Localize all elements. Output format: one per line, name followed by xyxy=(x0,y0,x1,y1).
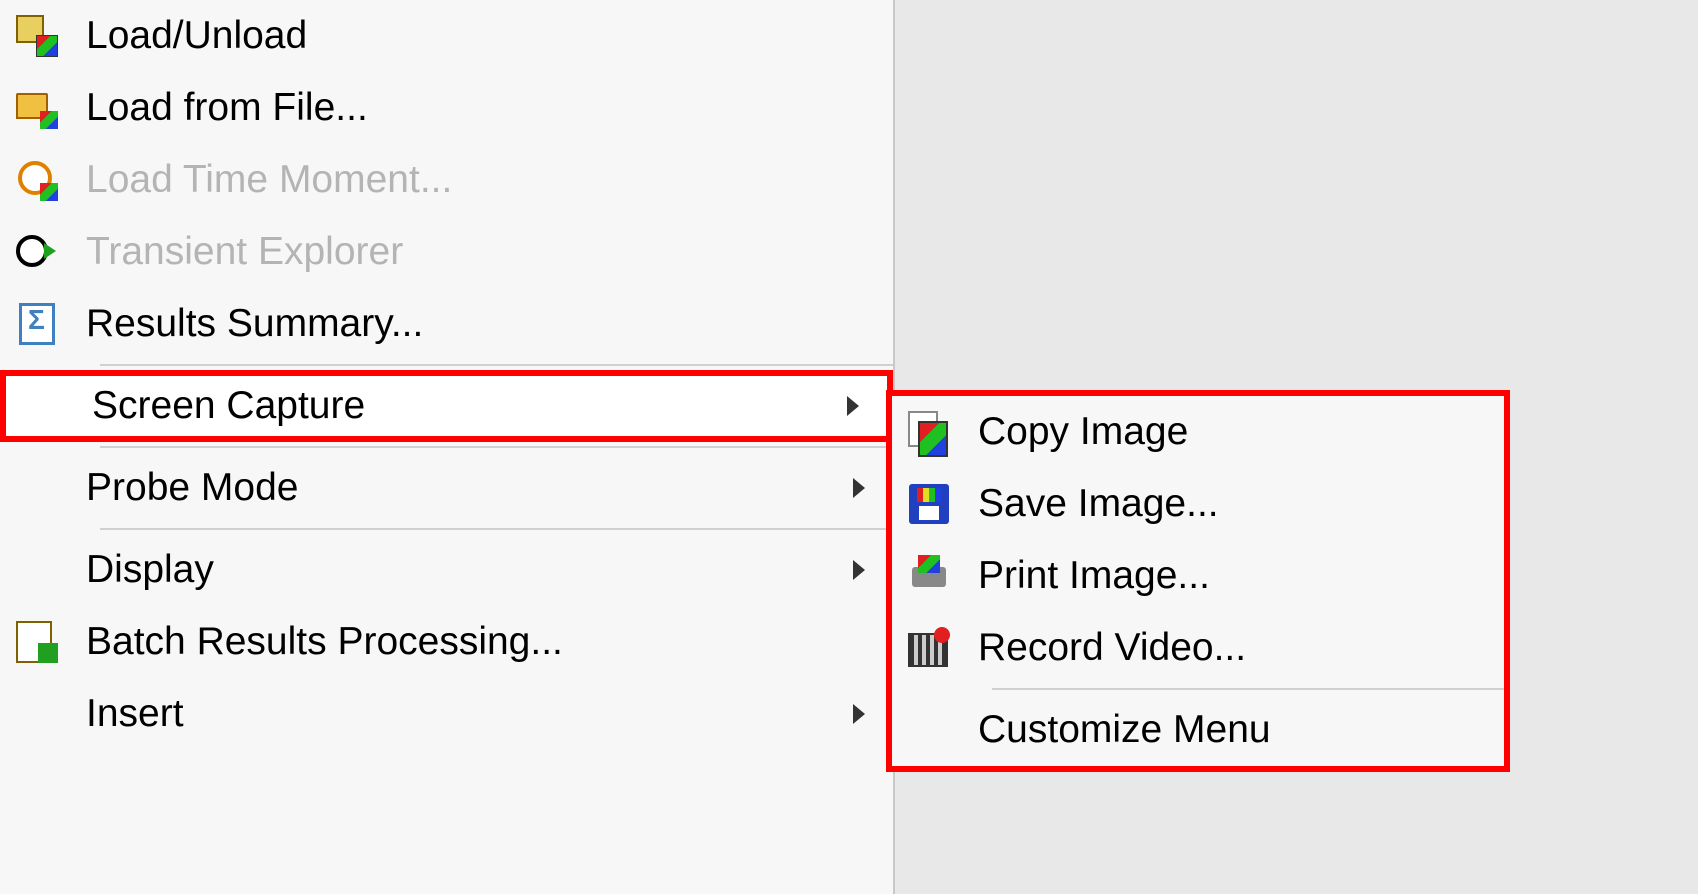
batch-results-icon xyxy=(6,611,68,673)
submenu-arrow-icon xyxy=(853,560,865,580)
menu-item-label: Load from File... xyxy=(86,86,873,130)
context-menu: Load/Unload Load from File... Load Time … xyxy=(0,0,895,894)
menu-item-label: Transient Explorer xyxy=(86,230,873,274)
menu-item-label: Results Summary... xyxy=(86,302,873,346)
empty-icon xyxy=(898,699,960,761)
menu-item-label: Print Image... xyxy=(978,554,1484,598)
print-image-icon xyxy=(898,545,960,607)
empty-icon xyxy=(6,539,68,601)
load-unload-icon xyxy=(6,5,68,67)
submenu-record-video[interactable]: Record Video... xyxy=(892,612,1504,684)
menu-item-label: Record Video... xyxy=(978,626,1484,670)
menu-results-summary[interactable]: Results Summary... xyxy=(0,288,893,360)
menu-insert[interactable]: Insert xyxy=(0,678,893,750)
submenu-print-image[interactable]: Print Image... xyxy=(892,540,1504,612)
menu-item-label: Screen Capture xyxy=(92,384,847,428)
menu-separator xyxy=(100,446,893,448)
menu-load-time-moment: Load Time Moment... xyxy=(0,144,893,216)
time-moment-icon xyxy=(6,149,68,211)
copy-image-icon xyxy=(898,401,960,463)
empty-icon xyxy=(6,683,68,745)
submenu-arrow-icon xyxy=(853,478,865,498)
menu-transient-explorer: Transient Explorer xyxy=(0,216,893,288)
submenu-arrow-icon xyxy=(853,704,865,724)
screen-capture-submenu: Copy Image Save Image... Print Image... … xyxy=(886,390,1510,772)
empty-icon xyxy=(6,457,68,519)
menu-item-label: Insert xyxy=(86,692,853,736)
menu-item-label: Customize Menu xyxy=(978,708,1484,752)
results-summary-icon xyxy=(6,293,68,355)
menu-probe-mode[interactable]: Probe Mode xyxy=(0,452,893,524)
menu-display[interactable]: Display xyxy=(0,534,893,606)
submenu-arrow-icon xyxy=(847,396,859,416)
menu-item-label: Load Time Moment... xyxy=(86,158,873,202)
menu-screen-capture[interactable]: Screen Capture xyxy=(0,370,893,442)
menu-item-label: Copy Image xyxy=(978,410,1484,454)
submenu-save-image[interactable]: Save Image... xyxy=(892,468,1504,540)
menu-separator xyxy=(100,364,893,366)
save-image-icon xyxy=(898,473,960,535)
record-video-icon xyxy=(898,617,960,679)
menu-separator xyxy=(100,528,893,530)
menu-item-label: Save Image... xyxy=(978,482,1484,526)
menu-load-from-file[interactable]: Load from File... xyxy=(0,72,893,144)
menu-separator xyxy=(992,688,1504,690)
submenu-customize-menu[interactable]: Customize Menu xyxy=(892,694,1504,766)
menu-item-label: Probe Mode xyxy=(86,466,853,510)
empty-icon xyxy=(12,375,74,437)
menu-batch-results-processing[interactable]: Batch Results Processing... xyxy=(0,606,893,678)
load-from-file-icon xyxy=(6,77,68,139)
menu-item-label: Display xyxy=(86,548,853,592)
menu-load-unload[interactable]: Load/Unload xyxy=(0,0,893,72)
menu-item-label: Load/Unload xyxy=(86,14,873,58)
menu-item-label: Batch Results Processing... xyxy=(86,620,873,664)
submenu-copy-image[interactable]: Copy Image xyxy=(892,396,1504,468)
transient-explorer-icon xyxy=(6,221,68,283)
